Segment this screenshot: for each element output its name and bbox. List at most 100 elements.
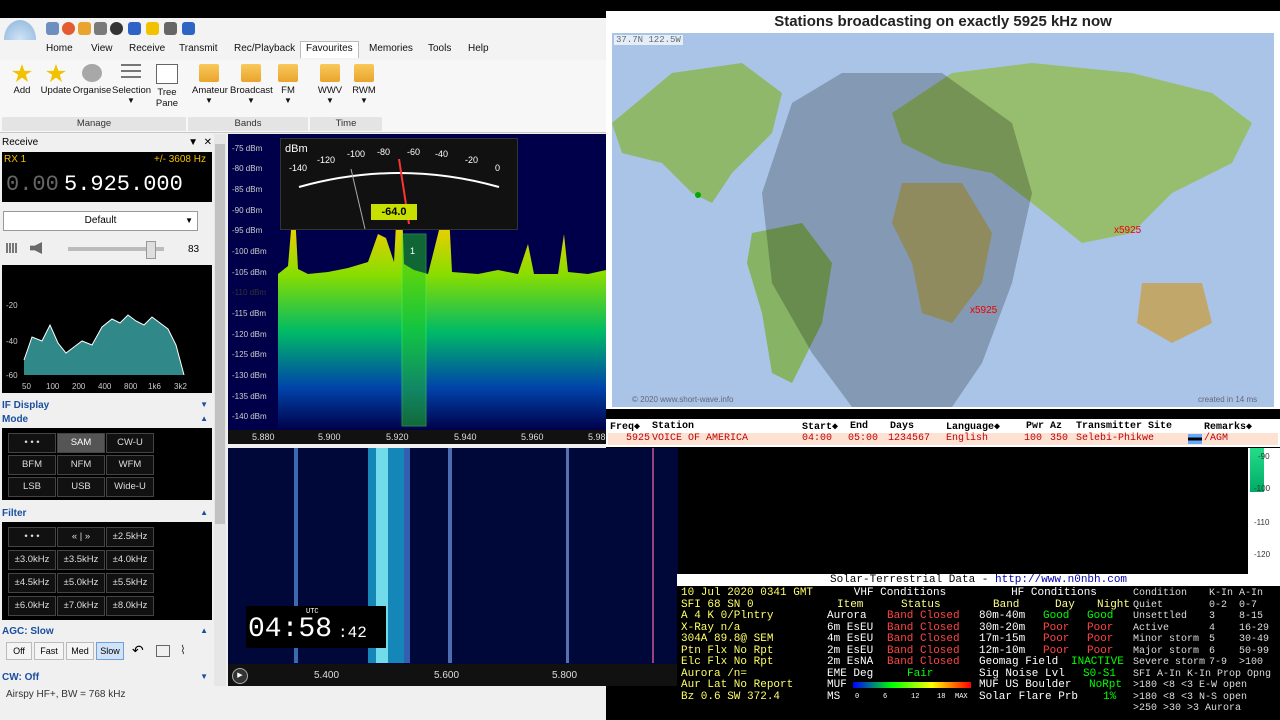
mode-cwu-button[interactable]: CW-U [106,433,154,453]
spectrum-display[interactable]: dBm -140 -120 -100 -80 -60 -40 -20 0 -64… [228,134,606,444]
row-end: 05:00 [848,433,879,444]
k-index-table: Condition K-In A-In Quiet 0-2 0-7 Unsettled 3… [1133,588,1272,714]
solar-url[interactable]: http://www.n0nbh.com [995,574,1127,586]
tab-home[interactable]: Home [46,43,73,54]
mode-wfm-button[interactable]: WFM [106,455,154,475]
row-site: Selebi-Phikwe [1076,433,1155,444]
undo-icon[interactable] [182,22,195,35]
agc-fast-button[interactable]: Fast [34,642,64,660]
status-text: Airspy HF+, BW = 768 kHz [6,689,126,700]
agc-slow-button[interactable]: Slow [96,642,124,660]
waterfall-freq-label: 5.400 [314,670,340,681]
amateur-button[interactable]: Amateur ▼ [192,64,228,105]
quick-access-toolbar [0,18,606,58]
table-header-pwr[interactable]: Pwr [1026,421,1044,432]
if-display-header[interactable]: IF Display ▼ [2,400,210,414]
mode-sam-button[interactable]: SAM [57,433,105,453]
chart-icon[interactable]: ⌇ [180,643,186,657]
rwm-button[interactable]: RWM ▼ [350,64,378,105]
play-icon[interactable] [128,22,141,35]
agc-med-button[interactable]: Med [66,642,94,660]
table-header-station[interactable]: Station [652,421,694,432]
channel-marker: 1 [410,246,416,256]
filter-5-5-button[interactable]: ±5.5kHz [106,573,154,593]
mode-wideu-button[interactable]: Wide-U [106,477,154,497]
table-header-days[interactable]: Days [890,421,914,432]
tab-tools[interactable]: Tools [428,43,451,54]
table-header-az[interactable]: Az [1050,421,1062,432]
filter-more-button[interactable]: • • • [8,527,56,547]
frequency-value[interactable]: 5.925.000 [64,172,183,197]
table-header-site[interactable]: Transmitter Site [1076,421,1172,432]
filter-shift-button[interactable]: « | » [57,527,105,547]
fm-button[interactable]: FM ▼ [276,64,300,105]
home-icon[interactable] [46,22,59,35]
camera-icon[interactable] [164,22,177,35]
update-button[interactable]: Update [38,64,74,96]
tab-help[interactable]: Help [468,43,489,54]
station-marker[interactable]: x5925 [970,305,997,316]
waterfall-display[interactable]: 5.400 5.600 5.800 ▶ [228,448,678,686]
mode-nfm-button[interactable]: NFM [57,455,105,475]
profile-select[interactable]: Default ▼ [3,211,198,231]
filter-7-0-button[interactable]: ±7.0kHz [57,596,105,616]
tree-pane-button[interactable]: Tree Pane [152,64,182,109]
cw-header[interactable]: CW: Off ▼ [2,672,210,686]
mode-usb-button[interactable]: USB [57,477,105,497]
mode-bfm-button[interactable]: BFM [8,455,56,475]
audio-spectrum: -20 -40 -60 50 100 200 400 800 1k6 3k2 [2,265,212,393]
chevron-down-icon[interactable]: ▼ [188,137,198,148]
filter-6-0-button[interactable]: ±6.0kHz [8,596,56,616]
settings-icon[interactable] [62,22,75,35]
table-header-freq[interactable]: Freq◆ [610,421,640,433]
add-button[interactable]: Add [8,64,36,96]
table-row[interactable]: 5925 VOICE OF AMERICA 04:00 05:00 123456… [608,433,1278,445]
organise-button[interactable]: Organise [72,64,112,96]
save-icon[interactable] [94,22,107,35]
table-header-start[interactable]: Start◆ [802,421,838,433]
mode-lsb-button[interactable]: LSB [8,477,56,497]
tab-receive[interactable]: Receive [129,43,165,54]
filter-3-0-button[interactable]: ±3.0kHz [8,550,56,570]
freq-label: 5.900 [318,432,341,442]
broadcast-button[interactable]: Broadcast ▼ [230,64,273,105]
scrollbar-thumb[interactable] [215,144,225,524]
chevron-down-icon: ▼ [284,96,292,105]
chevron-down-icon: ▼ [200,400,208,409]
mini-x-label: 3k2 [174,382,187,391]
tab-memories[interactable]: Memories [369,43,413,54]
filter-header[interactable]: Filter ▲ [2,508,210,522]
filter-8-0-button[interactable]: ±8.0kHz [106,596,154,616]
record-icon[interactable] [110,22,123,35]
copy-icon[interactable] [156,645,170,657]
wwv-button[interactable]: WWV ▼ [316,64,344,105]
volume-slider-thumb[interactable] [146,241,156,259]
mode-header[interactable]: Mode ▲ [2,414,210,428]
folder-icon[interactable] [78,22,91,35]
world-map[interactable]: 37.7N 122.5W x5925 x5925 © 2020 www.shor… [612,33,1274,407]
agc-off-button[interactable]: Off [6,642,32,660]
waterfall-play-button[interactable]: ▶ [232,668,248,684]
row-start: 04:00 [802,433,833,444]
undo-icon[interactable]: ↶ [132,642,144,659]
selection-button[interactable]: Selection ▼ [112,64,151,105]
table-header-language[interactable]: Language◆ [946,421,1000,433]
close-icon[interactable]: ✕ [204,137,212,148]
tab-transmit[interactable]: Transmit [179,43,218,54]
gear-icon [82,64,102,82]
star-icon[interactable] [146,22,159,35]
station-marker[interactable]: x5925 [1114,225,1141,236]
agc-header[interactable]: AGC: Slow ▲ [2,626,210,640]
table-header-end[interactable]: End [850,421,868,432]
mini-x-label: 400 [98,382,112,391]
table-header-remarks[interactable]: Remarks◆ [1204,421,1252,433]
tab-favourites[interactable]: Favourites [300,41,359,58]
mode-more-button[interactable]: • • • [8,433,56,453]
filter-4-0-button[interactable]: ±4.0kHz [106,550,154,570]
filter-5-0-button[interactable]: ±5.0kHz [57,573,105,593]
filter-4-5-button[interactable]: ±4.5kHz [8,573,56,593]
tab-view[interactable]: View [91,43,113,54]
filter-3-5-button[interactable]: ±3.5kHz [57,550,105,570]
tab-rec-playback[interactable]: Rec/Playback [234,43,295,54]
filter-2-5-button[interactable]: ±2.5kHz [106,527,154,547]
